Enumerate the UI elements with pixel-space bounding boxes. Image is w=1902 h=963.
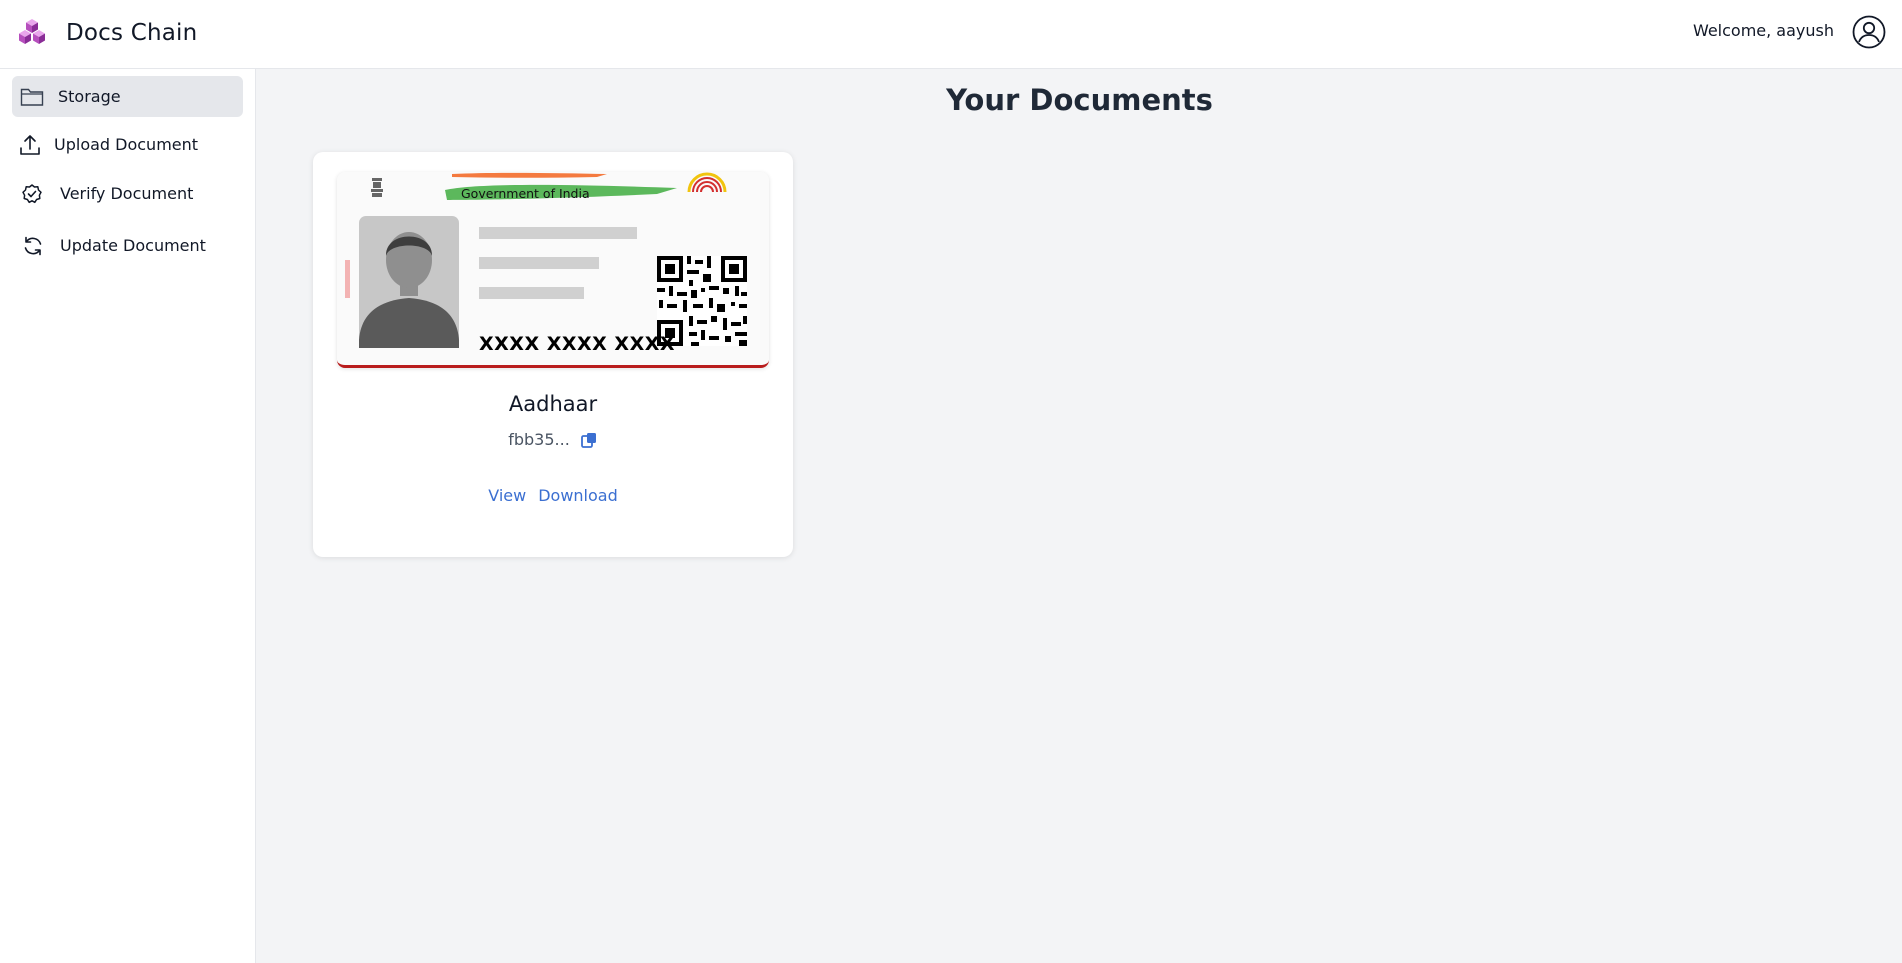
cubes-logo-icon: [19, 19, 45, 44]
sidebar: Storage Upload Document Verify Document …: [0, 69, 256, 963]
welcome-text: Welcome, aayush: [1692, 21, 1834, 40]
thumbnail-header-text: Government of India: [461, 186, 590, 201]
sidebar-item-label: Verify Document: [60, 184, 194, 203]
folder-icon: [20, 85, 44, 109]
sidebar-item-verify-document[interactable]: Verify Document: [12, 173, 243, 214]
view-link[interactable]: View: [488, 486, 526, 505]
main-content: Your Documents Government of India XXXX …: [257, 69, 1902, 963]
sidebar-item-label: Storage: [58, 87, 121, 106]
user-avatar-icon[interactable]: [1852, 15, 1886, 49]
document-hash: fbb35...: [508, 430, 570, 449]
sidebar-item-upload-document[interactable]: Upload Document: [12, 124, 243, 165]
app-name: Docs Chain: [66, 20, 198, 46]
upload-icon: [18, 133, 42, 157]
brand[interactable]: Docs Chain: [16, 17, 197, 49]
sidebar-item-label: Upload Document: [54, 135, 199, 154]
top-bar: Docs Chain Welcome, aayush: [0, 0, 1902, 69]
sidebar-item-update-document[interactable]: Update Document: [12, 225, 243, 266]
sidebar-item-label: Update Document: [60, 236, 206, 255]
emblem-icon: [371, 178, 383, 197]
refresh-icon: [21, 234, 45, 258]
masked-number: XXXX XXXX XXXX: [479, 333, 676, 355]
fingerprint-logo-icon: [687, 172, 727, 193]
page-title: Your Documents: [946, 83, 1213, 117]
document-thumbnail[interactable]: Government of India XXXX XXXX XXXX: [337, 172, 769, 368]
copy-icon[interactable]: [580, 431, 598, 449]
document-hash-row: fbb35...: [313, 430, 793, 449]
document-actions: View Download: [313, 486, 793, 505]
verify-badge-icon: [20, 182, 44, 206]
document-name: Aadhaar: [508, 392, 598, 416]
document-card: Government of India XXXX XXXX XXXX Aadha…: [313, 152, 793, 557]
sidebar-item-storage[interactable]: Storage: [12, 76, 243, 117]
download-link[interactable]: Download: [538, 486, 618, 505]
